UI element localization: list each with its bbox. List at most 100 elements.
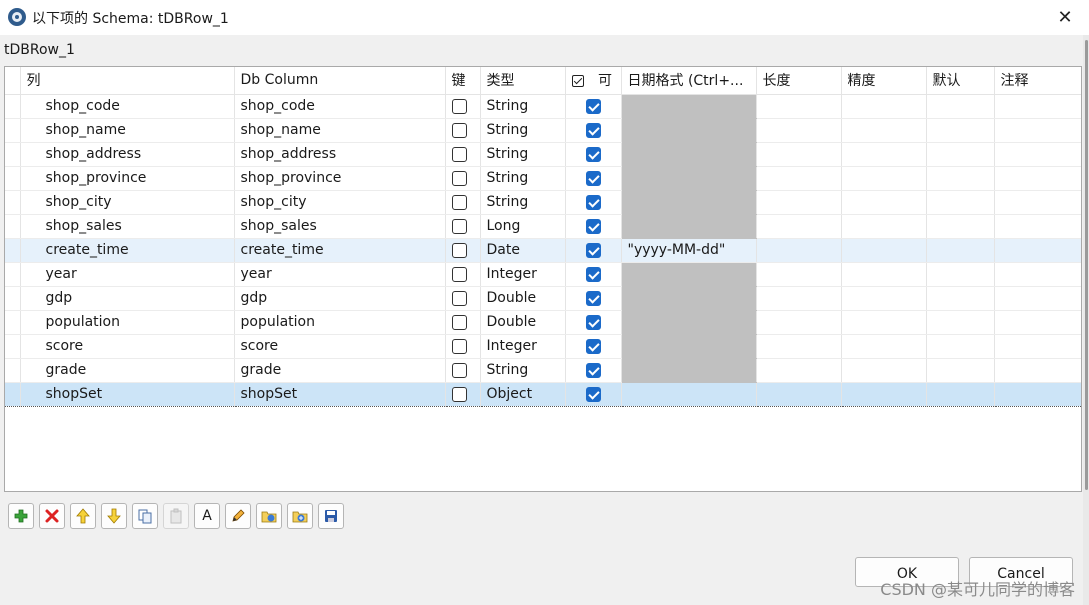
key-checkbox[interactable] — [451, 314, 467, 330]
cell-date-format[interactable] — [621, 381, 757, 407]
nullable-checkbox[interactable] — [585, 146, 601, 162]
cell-nullable[interactable] — [565, 262, 622, 287]
table-row[interactable]: shop_address shop_address String — [5, 142, 1081, 167]
cell-nullable[interactable] — [565, 358, 622, 383]
cell-length[interactable] — [756, 190, 842, 215]
cell-default[interactable] — [926, 142, 995, 167]
cell-column-name[interactable]: shop_sales — [20, 214, 235, 239]
table-row[interactable]: shop_code shop_code String — [5, 94, 1081, 119]
cell-comment[interactable] — [994, 118, 1081, 143]
import-schema-button[interactable] — [256, 503, 282, 529]
cell-length[interactable] — [756, 94, 842, 119]
cell-column-name[interactable]: shop_province — [20, 166, 235, 191]
cell-db-column[interactable]: gdp — [234, 286, 446, 311]
cell-default[interactable] — [926, 334, 995, 359]
cell-type[interactable]: Integer — [480, 334, 566, 359]
cell-precision[interactable] — [841, 334, 927, 359]
header-db-column[interactable]: Db Column — [234, 67, 446, 95]
close-button[interactable]: ✕ — [1051, 4, 1079, 30]
cell-key[interactable] — [445, 334, 481, 359]
header-key[interactable]: 键 — [445, 67, 481, 95]
cell-db-column[interactable]: population — [234, 310, 446, 335]
cell-precision[interactable] — [841, 238, 927, 263]
cell-length[interactable] — [756, 262, 842, 287]
cell-nullable[interactable] — [565, 94, 622, 119]
header-date-format[interactable]: 日期格式 (Ctrl+... — [621, 67, 757, 95]
cell-column-name[interactable]: population — [20, 310, 235, 335]
cell-length[interactable] — [756, 381, 842, 407]
cell-db-column[interactable]: shop_code — [234, 94, 446, 119]
cell-column-name[interactable]: gdp — [20, 286, 235, 311]
nullable-checkbox[interactable] — [585, 218, 601, 234]
table-row[interactable]: shopSet shopSet Object — [5, 381, 1081, 407]
add-row-button[interactable] — [8, 503, 34, 529]
cell-comment[interactable] — [994, 190, 1081, 215]
cell-length[interactable] — [756, 310, 842, 335]
table-row[interactable]: grade grade String — [5, 358, 1081, 383]
cell-column-name[interactable]: shop_city — [20, 190, 235, 215]
cell-db-column[interactable]: shop_name — [234, 118, 446, 143]
nullable-checkbox[interactable] — [585, 338, 601, 354]
key-checkbox[interactable] — [451, 194, 467, 210]
cell-default[interactable] — [926, 94, 995, 119]
cell-key[interactable] — [445, 381, 481, 407]
header-length[interactable]: 长度 — [756, 67, 842, 95]
cell-nullable[interactable] — [565, 190, 622, 215]
cell-key[interactable] — [445, 286, 481, 311]
cell-column-name[interactable]: grade — [20, 358, 235, 383]
move-down-button[interactable] — [101, 503, 127, 529]
cell-comment[interactable] — [994, 310, 1081, 335]
cell-nullable[interactable] — [565, 166, 622, 191]
cell-precision[interactable] — [841, 214, 927, 239]
cell-length[interactable] — [756, 214, 842, 239]
cell-default[interactable] — [926, 310, 995, 335]
cell-key[interactable] — [445, 190, 481, 215]
cell-length[interactable] — [756, 118, 842, 143]
nullable-checkbox[interactable] — [585, 122, 601, 138]
key-checkbox[interactable] — [451, 170, 467, 186]
cell-type[interactable]: String — [480, 190, 566, 215]
edit-button[interactable] — [225, 503, 251, 529]
move-up-button[interactable] — [70, 503, 96, 529]
save-schema-button[interactable] — [318, 503, 344, 529]
cell-type[interactable]: String — [480, 166, 566, 191]
cell-type[interactable]: String — [480, 142, 566, 167]
key-checkbox[interactable] — [451, 98, 467, 114]
cell-precision[interactable] — [841, 262, 927, 287]
cell-length[interactable] — [756, 286, 842, 311]
cell-column-name[interactable]: score — [20, 334, 235, 359]
nullable-checkbox[interactable] — [585, 362, 601, 378]
table-row[interactable]: create_time create_time Date "yyyy-MM-dd" — [5, 238, 1081, 263]
cell-default[interactable] — [926, 214, 995, 239]
copy-button[interactable] — [132, 503, 158, 529]
key-checkbox[interactable] — [451, 362, 467, 378]
cell-default[interactable] — [926, 238, 995, 263]
key-checkbox[interactable] — [451, 338, 467, 354]
key-checkbox[interactable] — [451, 290, 467, 306]
nullable-checkbox[interactable] — [585, 98, 601, 114]
cell-comment[interactable] — [994, 94, 1081, 119]
cell-type[interactable]: String — [480, 94, 566, 119]
cell-precision[interactable] — [841, 118, 927, 143]
header-nullable[interactable]: 可 — [565, 67, 622, 95]
cell-default[interactable] — [926, 358, 995, 383]
header-column[interactable]: 列 — [20, 67, 235, 95]
cell-comment[interactable] — [994, 286, 1081, 311]
nullable-checkbox[interactable] — [585, 314, 601, 330]
cell-column-name[interactable]: create_time — [20, 238, 235, 263]
cell-default[interactable] — [926, 286, 995, 311]
cell-default[interactable] — [926, 262, 995, 287]
cell-nullable[interactable] — [565, 214, 622, 239]
nullable-checkbox[interactable] — [585, 386, 601, 402]
table-row[interactable]: population population Double — [5, 310, 1081, 335]
table-row[interactable]: shop_city shop_city String — [5, 190, 1081, 215]
cell-db-column[interactable]: shop_province — [234, 166, 446, 191]
cell-db-column[interactable]: create_time — [234, 238, 446, 263]
export-schema-button[interactable] — [287, 503, 313, 529]
cell-key[interactable] — [445, 238, 481, 263]
cell-length[interactable] — [756, 166, 842, 191]
cell-default[interactable] — [926, 381, 995, 407]
cell-nullable[interactable] — [565, 381, 622, 407]
cell-comment[interactable] — [994, 358, 1081, 383]
cell-comment[interactable] — [994, 142, 1081, 167]
